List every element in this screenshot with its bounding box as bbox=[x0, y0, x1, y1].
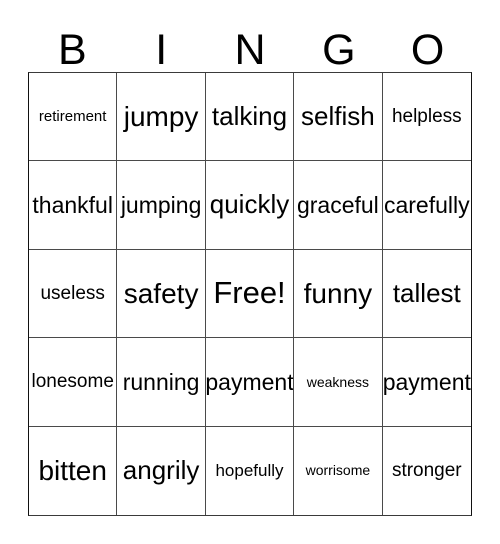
bingo-cell[interactable]: funny bbox=[294, 249, 383, 339]
bingo-cell-label: payment bbox=[382, 368, 471, 395]
bingo-header-letter-g: G bbox=[322, 26, 356, 74]
bingo-cell-label: running bbox=[122, 368, 200, 395]
bingo-cell-label: lonesome bbox=[31, 370, 114, 392]
bingo-cell[interactable]: weakness bbox=[294, 338, 383, 427]
bingo-header-letter-o: O bbox=[410, 26, 445, 74]
bingo-cell-label: Free! bbox=[213, 275, 286, 311]
bingo-cell[interactable]: jumping bbox=[117, 161, 206, 250]
bingo-card: B I N G O retirement jumpy talking selfish h… bbox=[0, 0, 500, 544]
bingo-cell-label: talking bbox=[211, 101, 288, 132]
bingo-cell-label: jumping bbox=[120, 192, 202, 219]
bingo-grid: retirement jumpy talking selfish helpless tha… bbox=[28, 72, 472, 516]
bingo-cell[interactable]: safety bbox=[117, 249, 206, 339]
bingo-cell[interactable]: graceful bbox=[294, 161, 383, 250]
bingo-cell-label: worrisome bbox=[305, 462, 371, 479]
bingo-cell-label: thankful bbox=[32, 192, 113, 219]
bingo-cell[interactable]: running bbox=[117, 338, 206, 427]
bingo-cell-label: carefully bbox=[383, 192, 470, 219]
bingo-cell[interactable]: stronger bbox=[382, 426, 471, 515]
bingo-cell[interactable]: useless bbox=[29, 249, 118, 339]
bingo-cell[interactable]: carefully bbox=[382, 161, 471, 250]
bingo-cell-label: stronger bbox=[391, 459, 462, 481]
bingo-header-letter-b: B bbox=[58, 26, 87, 74]
bingo-cell-label: hopefully bbox=[215, 460, 284, 480]
bingo-cell[interactable]: helpless bbox=[382, 73, 471, 162]
bingo-cell-label: tallest bbox=[392, 277, 461, 308]
bingo-cell[interactable]: hopefully bbox=[205, 426, 295, 515]
bingo-cell-label: helpless bbox=[391, 105, 462, 127]
bingo-header-letter-i: I bbox=[155, 26, 168, 74]
bingo-cell-label: retirement bbox=[38, 107, 107, 125]
bingo-cell-label: angrily bbox=[122, 455, 200, 486]
bingo-cell[interactable]: bitten bbox=[29, 426, 118, 515]
bingo-cell[interactable]: thankful bbox=[29, 161, 118, 250]
bingo-cell[interactable]: jumpy bbox=[117, 73, 206, 162]
bingo-header-row: B I N G O bbox=[28, 14, 472, 72]
bingo-cell-label: funny bbox=[303, 277, 373, 309]
bingo-cell-label: weakness bbox=[306, 373, 370, 390]
bingo-cell[interactable]: payment bbox=[205, 338, 295, 427]
bingo-cell-label: quickly bbox=[209, 189, 290, 220]
bingo-cell[interactable]: retirement bbox=[29, 73, 118, 162]
bingo-header-letter-n: N bbox=[234, 26, 266, 74]
bingo-cell-label: selfish bbox=[301, 101, 375, 132]
bingo-cell-label: bitten bbox=[38, 455, 107, 487]
bingo-cell-label: jumpy bbox=[123, 101, 199, 132]
bingo-cell[interactable]: selfish bbox=[294, 73, 383, 162]
bingo-cell[interactable]: payment bbox=[382, 338, 471, 427]
bingo-cell-label: graceful bbox=[296, 192, 379, 219]
bingo-cell-label: safety bbox=[123, 277, 199, 309]
bingo-cell[interactable]: tallest bbox=[382, 249, 471, 339]
bingo-cell-label: useless bbox=[40, 282, 105, 304]
bingo-cell[interactable]: quickly bbox=[205, 161, 295, 250]
bingo-cell[interactable]: lonesome bbox=[29, 338, 118, 427]
bingo-cell[interactable]: worrisome bbox=[294, 426, 383, 515]
bingo-cell[interactable]: angrily bbox=[117, 426, 206, 515]
bingo-cell[interactable]: Free! bbox=[205, 249, 295, 339]
bingo-cell-label: payment bbox=[205, 368, 294, 395]
bingo-cell[interactable]: talking bbox=[205, 73, 295, 162]
